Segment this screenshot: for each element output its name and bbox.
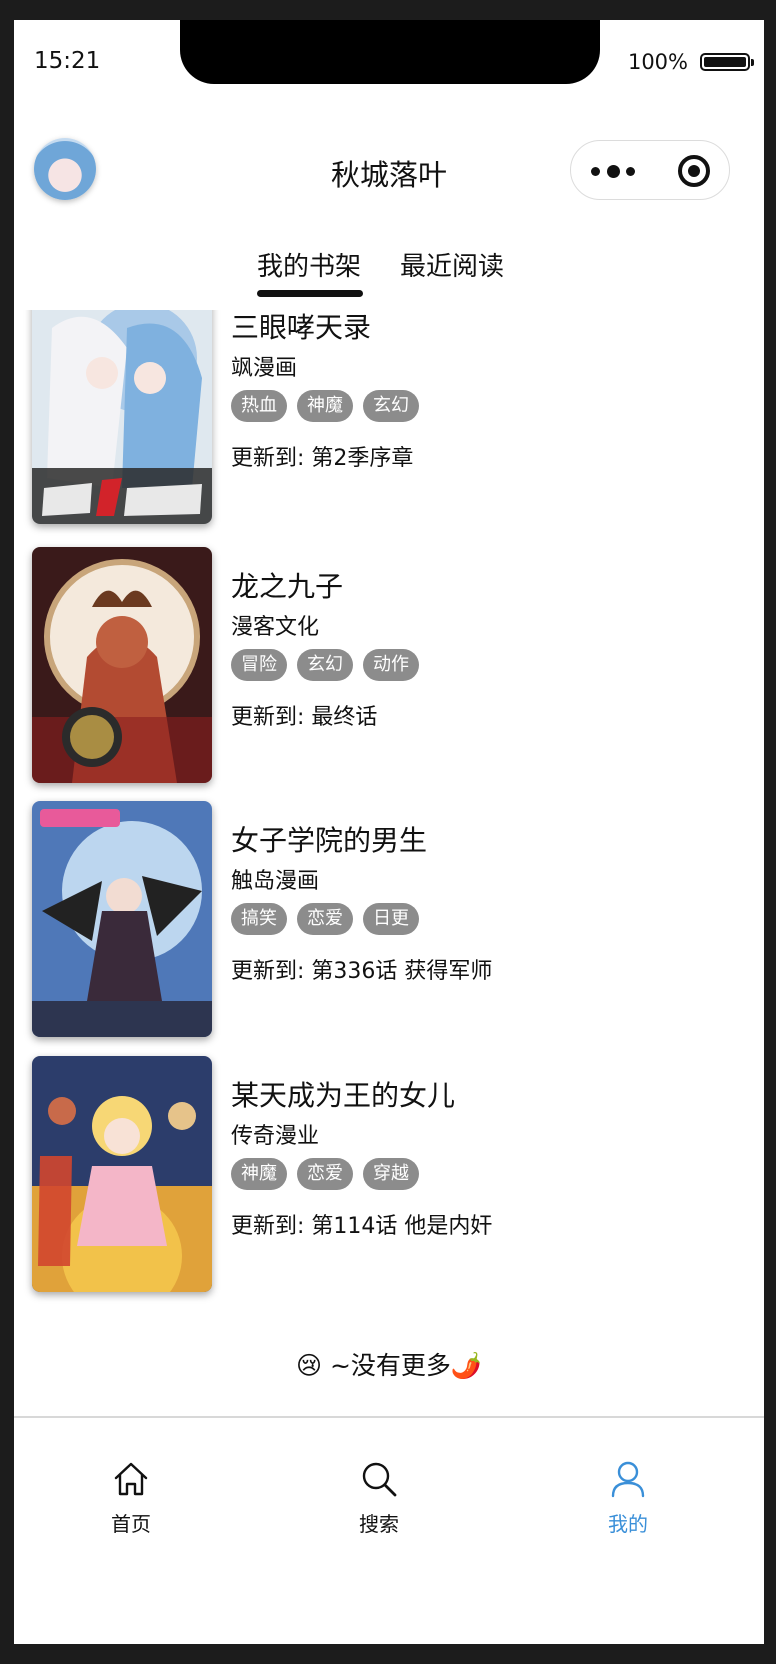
battery-percentage: 100% [627,50,688,74]
genre-tag: 玄幻 [363,390,419,422]
close-miniprogram-icon[interactable] [678,155,710,187]
latest-chapter: 更新到: 第2季序章 [231,446,414,471]
book-author: 传奇漫业 [231,1124,320,1149]
book-author: 触岛漫画 [231,869,320,894]
status-time: 15:21 [34,48,101,74]
search-icon [362,1462,397,1497]
book-cover[interactable] [32,547,212,783]
battery-icon [700,53,754,71]
genre-tag: 玄幻 [297,649,353,681]
genre-tag: 热血 [231,390,287,422]
nav-search[interactable]: 搜索 [319,1458,439,1537]
tag-list: 神魔 恋爱 穿越 [231,1158,419,1190]
tab-bookshelf[interactable]: 我的书架 [257,246,361,283]
more-icon[interactable] [591,159,635,183]
home-icon [114,1462,148,1496]
latest-chapter: 更新到: 最终话 [231,705,378,730]
book-title: 三眼哮天录 [231,311,372,344]
active-tab-indicator [257,290,363,297]
tag-list: 热血 神魔 玄幻 [231,390,419,422]
cover-image-moutian [32,1056,212,1292]
book-cover[interactable] [32,801,212,1037]
genre-tag: 神魔 [297,390,353,422]
tag-list: 搞笑 恋爱 日更 [231,903,419,935]
latest-chapter: 更新到: 第114话 他是内奸 [231,1214,493,1239]
genre-tag: 冒险 [231,649,287,681]
user-icon [611,1461,645,1498]
cover-image-nvzixueyuan [32,801,212,1037]
nav-home[interactable]: 首页 [71,1458,191,1537]
tag-list: 冒险 玄幻 动作 [231,649,419,681]
genre-tag: 搞笑 [231,903,287,935]
no-more-indicator: 😢 ~没有更多🌶️ [295,1351,483,1380]
nav-home-label: 首页 [111,1512,151,1536]
book-item[interactable]: 女子学院的男生 触岛漫画 搞笑 恋爱 日更 更新到: 第336话 获得军师 [32,801,744,1037]
genre-tag: 动作 [363,649,419,681]
book-author: 漫客文化 [231,615,320,640]
cover-image-sanyan [32,310,212,524]
book-title: 龙之九子 [231,570,344,603]
genre-tag: 恋爱 [297,1158,353,1190]
book-cover[interactable] [32,1056,212,1292]
book-item[interactable]: 龙之九子 漫客文化 冒险 玄幻 动作 更新到: 最终话 [32,547,744,783]
latest-chapter: 更新到: 第336话 获得军师 [231,959,493,984]
genre-tag: 日更 [363,903,419,935]
mini-program-capsule [570,140,730,200]
camera-notch [180,20,600,84]
book-item[interactable]: 某天成为王的女儿 传奇漫业 神魔 恋爱 穿越 更新到: 第114话 他是内奸 [32,1056,744,1292]
book-list[interactable]: 三眼哮天录 飒漫画 热血 神魔 玄幻 更新到: 第2季序章 龙之九子 漫客文化 … [14,310,764,1405]
tab-bar: 我的书架 最近阅读 [14,238,764,310]
book-title: 某天成为王的女儿 [231,1079,456,1112]
book-cover[interactable] [32,310,212,524]
book-item[interactable]: 三眼哮天录 飒漫画 热血 神魔 玄幻 更新到: 第2季序章 [32,310,744,524]
cover-image-longzhijiuzi [32,547,212,783]
book-title: 女子学院的男生 [231,824,428,857]
nav-mine[interactable]: 我的 [568,1458,688,1537]
genre-tag: 神魔 [231,1158,287,1190]
genre-tag: 恋爱 [297,903,353,935]
header: 秋城落叶 [14,108,764,238]
nav-search-label: 搜索 [359,1512,399,1536]
status-bar: 15:21 100% [14,20,764,108]
phone-screen: 15:21 100% 秋城落叶 我的书架 最近阅读 三眼哮天录 飒漫画 热血 神… [14,20,764,1644]
genre-tag: 穿越 [363,1158,419,1190]
bottom-nav: 首页 搜索 我的 [14,1416,764,1644]
nav-mine-label: 我的 [608,1512,648,1536]
tab-recent-reading[interactable]: 最近阅读 [400,246,504,283]
book-author: 飒漫画 [231,356,298,381]
